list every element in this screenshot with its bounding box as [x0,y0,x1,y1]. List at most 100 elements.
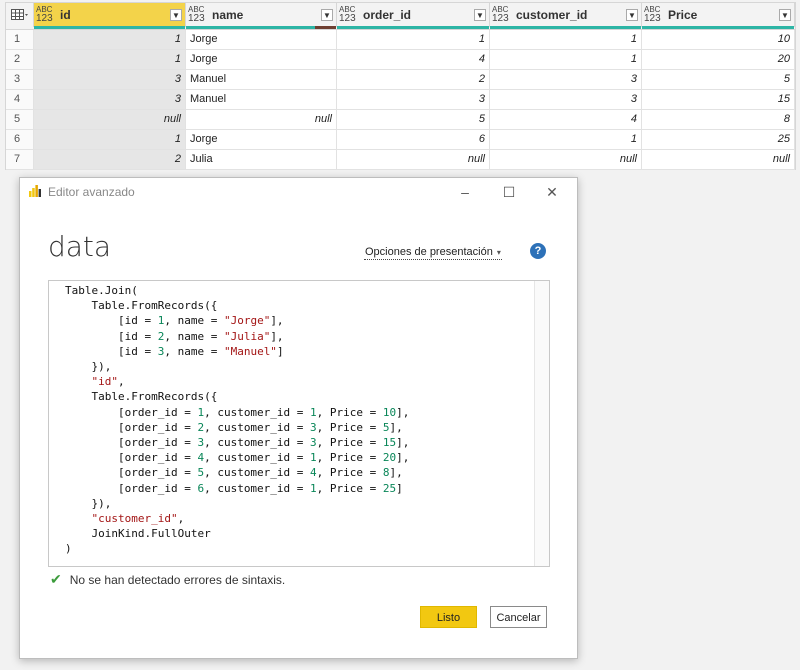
table-cell-name[interactable]: Manuel [186,90,337,109]
maximize-icon[interactable]: ☐ [499,182,519,202]
column-header-customer_id[interactable]: ABC 123 customer_id ▼ [490,3,642,29]
row-number[interactable]: 2 [6,50,34,69]
table-cell-name[interactable]: Jorge [186,50,337,69]
table-icon [10,9,28,20]
row-number[interactable]: 3 [6,70,34,89]
table-cell-customer_id[interactable]: 1 [490,30,642,49]
grid-header: ABC 123 id ▼ ABC 123 name ▼ ABC 123 order_id ▼ ABC 12… [6,3,795,30]
vertical-scrollbar[interactable] [534,281,549,566]
filter-dropdown-icon[interactable]: ▼ [170,9,182,21]
code-text[interactable]: Table.Join( Table.FromRecords({ [id = 1,… [65,283,409,557]
filter-dropdown-icon[interactable]: ▼ [626,9,638,21]
filter-dropdown-icon[interactable]: ▼ [474,9,486,21]
code-token: ) [65,542,72,556]
table-cell-id[interactable]: 1 [34,50,186,69]
table-cell-name[interactable]: null [186,110,337,129]
row-number[interactable]: 4 [6,90,34,109]
table-cell-order_id[interactable]: 2 [337,70,490,89]
display-options-label: Opciones de presentación [365,246,493,258]
table-cell-id[interactable]: null [34,110,186,129]
table-cell-order_id[interactable]: 1 [337,30,490,49]
column-quality-bar [642,26,794,29]
code-token: , Price = [316,466,383,480]
row-number[interactable]: 7 [6,150,34,169]
column-header-order_id[interactable]: ABC 123 order_id ▼ [337,3,490,29]
table-menu-icon[interactable] [6,3,34,27]
dialog-title: Editor avanzado [48,185,135,199]
checkmark-icon: ✔ [50,571,62,587]
any-type-icon[interactable]: ABC 123 [492,6,512,24]
code-token: "id" [91,375,119,389]
table-cell-order_id[interactable]: 4 [337,50,490,69]
any-type-icon[interactable]: ABC 123 [644,6,664,24]
code-token: , Price = [316,436,383,450]
table-cell-customer_id[interactable]: 4 [490,110,642,129]
minimize-icon[interactable]: – [455,182,475,202]
table-cell-order_id[interactable]: 3 [337,90,490,109]
data-preview-grid: ABC 123 id ▼ ABC 123 name ▼ ABC 123 order_id ▼ ABC 12… [5,2,796,170]
code-token: [id = [65,329,158,343]
table-cell-name[interactable]: Jorge [186,30,337,49]
table-cell-customer_id[interactable]: 1 [490,130,642,149]
code-token: [order_id = [65,405,198,419]
table-cell-Price[interactable]: null [642,150,795,169]
code-token: , customer_id = [204,481,311,495]
table-cell-id[interactable]: 1 [34,130,186,149]
code-token: , name = [164,329,224,343]
table-cell-order_id[interactable]: 6 [337,130,490,149]
table-cell-name[interactable]: Julia [186,150,337,169]
table-cell-order_id[interactable]: 5 [337,110,490,129]
help-icon[interactable]: ? [530,243,546,259]
code-token: "Jorge" [223,314,271,328]
column-header-label: id [60,8,71,22]
table-cell-customer_id[interactable]: 3 [490,90,642,109]
column-header-label: name [212,8,244,22]
row-number[interactable]: 6 [6,130,34,149]
row-number[interactable]: 5 [6,110,34,129]
column-header-id[interactable]: ABC 123 id ▼ [34,3,186,29]
column-header-name[interactable]: ABC 123 name ▼ [186,3,337,29]
code-token: 3 [310,420,317,434]
row-number[interactable]: 1 [6,30,34,49]
table-cell-name[interactable]: Jorge [186,130,337,149]
code-editor[interactable]: Table.Join( Table.FromRecords({ [id = 1,… [48,280,550,567]
code-token: }), [65,360,112,374]
table-cell-name[interactable]: Manuel [186,70,337,89]
any-type-icon[interactable]: ABC 123 [339,6,359,24]
close-icon[interactable]: ✕ [542,182,562,202]
table-cell-customer_id[interactable]: 1 [490,50,642,69]
table-cell-Price[interactable]: 15 [642,90,795,109]
table-cell-Price[interactable]: 20 [642,50,795,69]
table-cell-customer_id[interactable]: 3 [490,70,642,89]
code-token: "customer_id" [91,512,178,526]
display-options-dropdown[interactable]: Opciones de presentación ▾ [364,245,502,260]
table-cell-customer_id[interactable]: null [490,150,642,169]
table-cell-id[interactable]: 3 [34,70,186,89]
table-cell-order_id[interactable]: null [337,150,490,169]
table-cell-Price[interactable]: 8 [642,110,795,129]
table-row: 3 3 Manuel 2 3 5 [6,70,795,90]
filter-dropdown-icon[interactable]: ▼ [321,9,333,21]
filter-dropdown-icon[interactable]: ▼ [779,9,791,21]
cancel-button[interactable]: Cancelar [490,606,547,628]
table-cell-Price[interactable]: 25 [642,130,795,149]
code-token: [order_id = [65,451,198,465]
table-cell-id[interactable]: 3 [34,90,186,109]
table-cell-id[interactable]: 2 [34,150,186,169]
code-token: 15 [382,436,397,450]
any-type-icon[interactable]: ABC 123 [188,6,208,24]
code-token: , customer_id = [204,466,311,480]
table-row: 5 null null 5 4 8 [6,110,795,130]
table-cell-Price[interactable]: 5 [642,70,795,89]
table-cell-id[interactable]: 1 [34,30,186,49]
code-token: ], [389,420,403,434]
done-button[interactable]: Listo [420,606,477,628]
table-row: 6 1 Jorge 6 1 25 [6,130,795,150]
code-token: 1 [310,405,317,419]
code-token: ], [389,466,403,480]
table-cell-Price[interactable]: 10 [642,30,795,49]
any-type-icon[interactable]: ABC 123 [36,6,56,24]
column-header-Price[interactable]: ABC 123 Price ▼ [642,3,795,29]
dialog-titlebar: Editor avanzado – ☐ ✕ [20,178,577,206]
